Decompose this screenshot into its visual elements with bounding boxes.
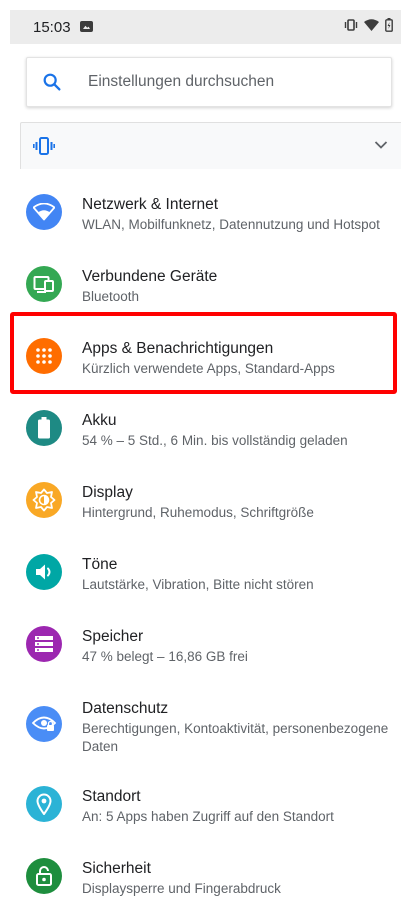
- status-bar: 15:03: [10, 10, 401, 44]
- photo-notification-icon: [80, 21, 93, 32]
- settings-item-summary: Berechtigungen, Kontoaktivität, personen…: [82, 721, 389, 754]
- settings-item-summary: Lautstärke, Vibration, Bitte nicht störe…: [82, 577, 314, 592]
- settings-item-title: Töne: [82, 556, 118, 573]
- vibrate-mode-condition-card[interactable]: [20, 122, 401, 169]
- settings-item-summary: An: 5 Apps haben Zugriff auf den Standor…: [82, 809, 334, 824]
- settings-item-title: Verbundene Geräte: [82, 268, 218, 285]
- settings-item-title: Sicherheit: [82, 860, 151, 877]
- privacy-eye-icon: [26, 706, 62, 742]
- search-bar[interactable]: Einstellungen durchsuchen: [26, 57, 392, 107]
- settings-item-title: Datenschutz: [82, 700, 169, 717]
- lock-icon: [26, 858, 62, 894]
- settings-item-storage[interactable]: Speicher 47 % belegt – 16,86 GB frei: [0, 612, 401, 676]
- settings-item-display[interactable]: Display Hintergrund, Ruhemodus, Schriftg…: [0, 468, 401, 532]
- chevron-down-icon[interactable]: [374, 140, 388, 150]
- settings-item-summary: Displaysperre und Fingerabdruck: [82, 881, 281, 896]
- settings-item-location[interactable]: Standort An: 5 Apps haben Zugriff auf de…: [0, 772, 401, 836]
- settings-item-title: Netzwerk & Internet: [82, 196, 219, 213]
- status-icons: [344, 18, 393, 32]
- settings-item-summary: Bluetooth: [82, 289, 140, 304]
- settings-item-title: Display: [82, 484, 133, 501]
- vibrate-icon: [33, 137, 55, 155]
- settings-item-title: Speicher: [82, 628, 144, 645]
- brightness-icon: [26, 482, 62, 518]
- wifi-status-icon: [364, 19, 379, 31]
- settings-item-security[interactable]: Sicherheit Displaysperre und Fingerabdru…: [0, 844, 401, 908]
- settings-item-title: Standort: [82, 788, 141, 805]
- location-pin-icon: [26, 786, 62, 822]
- settings-item-network[interactable]: Netzwerk & Internet WLAN, Mobilfunknetz,…: [0, 180, 401, 244]
- highlight-box: [10, 312, 397, 394]
- settings-item-summary: 54 % – 5 Std., 6 Min. bis vollständig ge…: [82, 433, 348, 448]
- settings-item-sound[interactable]: Töne Lautstärke, Vibration, Bitte nicht …: [0, 540, 401, 604]
- devices-icon: [26, 266, 62, 302]
- status-time: 15:03: [33, 19, 71, 36]
- settings-item-connected-devices[interactable]: Verbundene Geräte Bluetooth: [0, 252, 401, 316]
- settings-item-summary: Hintergrund, Ruhemodus, Schriftgröße: [82, 505, 314, 520]
- settings-item-summary: 47 % belegt – 16,86 GB frei: [82, 649, 248, 664]
- search-placeholder: Einstellungen durchsuchen: [88, 73, 275, 90]
- volume-icon: [26, 554, 62, 590]
- battery-icon: [26, 410, 62, 446]
- settings-item-privacy[interactable]: Datenschutz Berechtigungen, Kontoaktivit…: [0, 684, 401, 764]
- settings-item-title: Akku: [82, 412, 117, 429]
- settings-item-battery[interactable]: Akku 54 % – 5 Std., 6 Min. bis vollständ…: [0, 396, 401, 460]
- settings-item-summary: WLAN, Mobilfunknetz, Datennutzung und Ho…: [82, 217, 380, 232]
- storage-icon: [26, 626, 62, 662]
- vibrate-status-icon: [344, 19, 358, 31]
- wifi-icon: [26, 194, 62, 230]
- battery-status-icon: [385, 18, 393, 32]
- search-icon: [43, 73, 61, 91]
